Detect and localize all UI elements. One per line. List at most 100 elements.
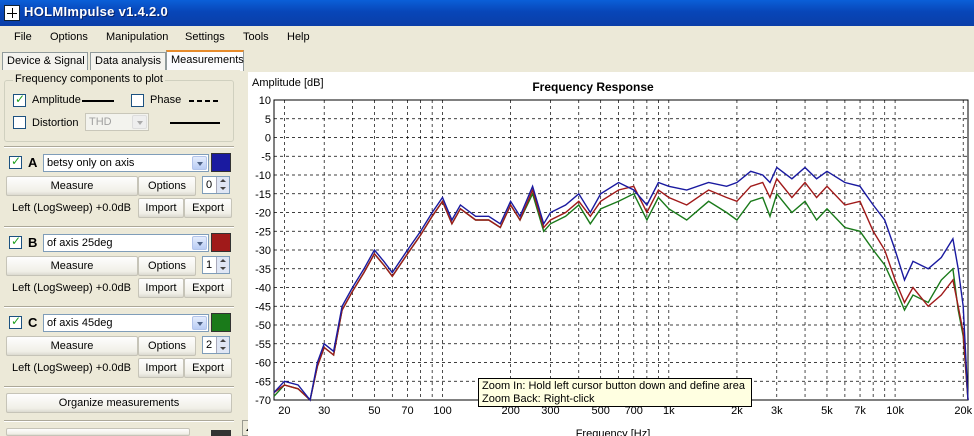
menu-options[interactable]: Options bbox=[50, 31, 88, 43]
x-tick-label: 20k bbox=[954, 405, 972, 417]
measurement-a-export-button[interactable]: Export bbox=[184, 198, 232, 218]
phase-line-sample bbox=[189, 100, 221, 102]
title-bar: HOLMImpulse v1.4.2.0 bbox=[0, 0, 974, 26]
menu-help[interactable]: Help bbox=[287, 31, 310, 43]
measurement-c-options-button[interactable]: Options bbox=[138, 336, 196, 356]
zoom-tooltip: Zoom In: Hold left cursor button down an… bbox=[478, 378, 752, 407]
measurement-b-spinner[interactable]: 1 bbox=[202, 256, 230, 274]
distortion-label: Distortion bbox=[32, 117, 79, 129]
distortion-checkbox[interactable] bbox=[13, 116, 26, 129]
y-tick-label: -5 bbox=[261, 151, 271, 163]
x-tick-label: 50 bbox=[368, 405, 380, 417]
distortion-type-select[interactable]: THD bbox=[85, 113, 149, 131]
y-tick-label: -70 bbox=[255, 395, 271, 407]
measurement-a-spinner[interactable]: 0 bbox=[202, 176, 230, 194]
y-tick-label: -25 bbox=[255, 226, 271, 238]
measurement-a-select[interactable]: betsy only on axis bbox=[43, 154, 209, 172]
divider bbox=[4, 420, 234, 422]
x-axis-label: Frequency [Hz] bbox=[576, 428, 651, 436]
y-tick-label: 5 bbox=[265, 114, 271, 126]
measurement-a-options-button[interactable]: Options bbox=[138, 176, 196, 196]
phase-label: Phase bbox=[150, 94, 182, 106]
measurement-c-checkbox[interactable] bbox=[9, 314, 22, 329]
y-tick-label: -35 bbox=[255, 264, 271, 276]
spin-down-icon[interactable] bbox=[216, 265, 229, 273]
spin-down-icon[interactable] bbox=[216, 345, 229, 353]
spin-up-icon[interactable] bbox=[216, 177, 229, 185]
measurement-b-color-swatch[interactable] bbox=[211, 233, 231, 252]
measurement-b-letter: B bbox=[28, 235, 38, 250]
x-tick-label: 5k bbox=[821, 405, 833, 417]
measurement-b-export-button[interactable]: Export bbox=[184, 278, 232, 298]
measurement-a-color-swatch[interactable] bbox=[211, 153, 231, 172]
measurement-b-checkbox[interactable] bbox=[9, 234, 22, 249]
next-measurement-color-swatch bbox=[211, 430, 231, 436]
measurement-a-measure-button[interactable]: Measure bbox=[6, 176, 138, 196]
y-tick-label: 0 bbox=[265, 133, 271, 145]
measurement-a-letter: A bbox=[28, 155, 38, 170]
distortion-line-sample bbox=[170, 122, 220, 124]
menu-settings[interactable]: Settings bbox=[185, 31, 225, 43]
tab-measurements[interactable]: Measurements bbox=[166, 50, 244, 71]
x-tick-label: 10k bbox=[886, 405, 904, 417]
app-icon bbox=[4, 5, 20, 21]
measurement-b-info: Left (LogSweep) +0.0dB bbox=[12, 282, 131, 294]
tab-device-signal[interactable]: Device & Signal bbox=[2, 52, 88, 70]
organize-measurements-button[interactable]: Organize measurements bbox=[6, 393, 232, 413]
measurement-a-name: betsy only on axis bbox=[47, 157, 135, 169]
y-tick-label: 10 bbox=[259, 95, 271, 107]
measurement-b-measure-button[interactable]: Measure bbox=[6, 256, 138, 276]
menu-file[interactable]: File bbox=[14, 31, 32, 43]
measurement-c-export-button[interactable]: Export bbox=[184, 358, 232, 378]
divider bbox=[4, 146, 234, 148]
frequency-components-title: Frequency components to plot bbox=[13, 73, 165, 85]
menu-manipulation[interactable]: Manipulation bbox=[106, 31, 168, 43]
measurement-a-info: Left (LogSweep) +0.0dB bbox=[12, 202, 131, 214]
y-tick-label: -15 bbox=[255, 189, 271, 201]
measurement-b-name: of axis 25deg bbox=[47, 237, 113, 249]
spin-up-icon[interactable] bbox=[216, 257, 229, 265]
divider bbox=[4, 306, 234, 308]
tooltip-zoom-in: Zoom In: Hold left cursor button down an… bbox=[482, 380, 745, 392]
spin-up-icon[interactable] bbox=[216, 337, 229, 345]
y-tick-label: -50 bbox=[255, 320, 271, 332]
measurement-b-options-button[interactable]: Options bbox=[138, 256, 196, 276]
measurement-c-color-swatch[interactable] bbox=[211, 313, 231, 332]
phase-checkbox[interactable] bbox=[131, 94, 144, 107]
measurement-a-checkbox[interactable] bbox=[9, 154, 22, 169]
chevron-down-icon bbox=[192, 316, 207, 330]
x-tick-label: 3k bbox=[771, 405, 783, 417]
amplitude-label: Amplitude bbox=[32, 94, 81, 106]
measurement-c-letter: C bbox=[28, 315, 38, 330]
y-tick-label: -55 bbox=[255, 339, 271, 351]
amplitude-checkbox[interactable] bbox=[13, 92, 26, 107]
tab-data-analysis[interactable]: Data analysis bbox=[90, 52, 166, 70]
spin-down-icon[interactable] bbox=[216, 185, 229, 193]
measurement-b-select[interactable]: of axis 25deg bbox=[43, 234, 209, 252]
chart-title: Frequency Response bbox=[532, 80, 654, 94]
measurement-a-import-button[interactable]: Import bbox=[138, 198, 184, 218]
measurement-b-spinner-value: 1 bbox=[206, 259, 213, 271]
divider bbox=[4, 226, 234, 228]
next-measurement-row-partial bbox=[6, 428, 190, 436]
measurement-c-name: of axis 45deg bbox=[47, 317, 113, 329]
measurement-b-import-button[interactable]: Import bbox=[138, 278, 184, 298]
distortion-type-value: THD bbox=[89, 116, 112, 128]
measurement-c-select[interactable]: of axis 45deg bbox=[43, 314, 209, 332]
amplitude-line-sample bbox=[82, 100, 114, 102]
measurement-c-measure-button[interactable]: Measure bbox=[6, 336, 138, 356]
x-tick-label: 20 bbox=[278, 405, 290, 417]
y-tick-label: -20 bbox=[255, 208, 271, 220]
chevron-down-icon bbox=[192, 156, 207, 170]
menu-tools[interactable]: Tools bbox=[243, 31, 269, 43]
menu-bar: File Options Manipulation Settings Tools… bbox=[0, 26, 974, 48]
y-tick-label: -60 bbox=[255, 358, 271, 370]
window-title: HOLMImpulse v1.4.2.0 bbox=[24, 4, 168, 19]
measurement-c-spinner[interactable]: 2 bbox=[202, 336, 230, 354]
y-tick-label: -10 bbox=[255, 170, 271, 182]
y-tick-label: -40 bbox=[255, 283, 271, 295]
tooltip-zoom-back: Zoom Back: Right-click bbox=[482, 393, 595, 405]
chevron-down-icon bbox=[132, 115, 147, 129]
measurement-c-info: Left (LogSweep) +0.0dB bbox=[12, 362, 131, 374]
measurement-c-import-button[interactable]: Import bbox=[138, 358, 184, 378]
